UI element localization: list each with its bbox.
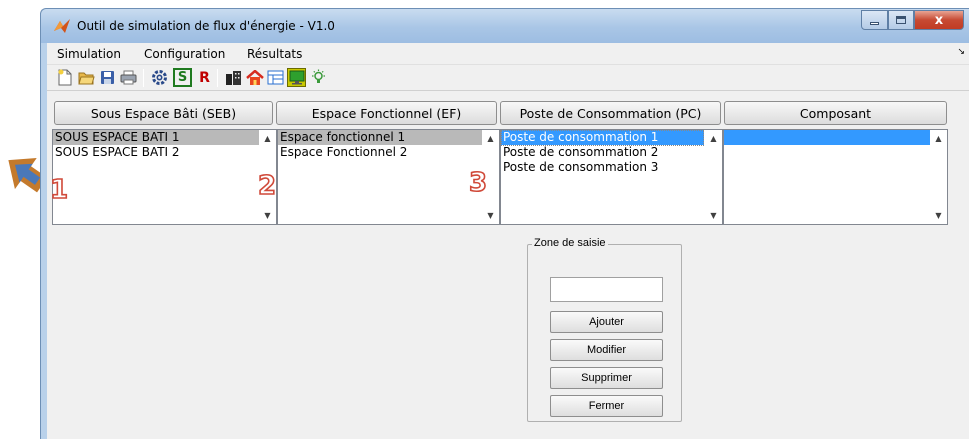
menu-overflow-icon[interactable]: ↘ — [957, 47, 965, 57]
toolbar-separator — [217, 69, 218, 87]
pc-header-button[interactable]: Poste de Consommation (PC) — [500, 101, 721, 125]
bulb-icon[interactable] — [309, 68, 328, 87]
menu-simulation[interactable]: Simulation — [57, 47, 121, 61]
window-title: Outil de simulation de flux d'énergie - … — [77, 19, 335, 33]
open-folder-icon[interactable] — [77, 68, 96, 87]
simulate-icon[interactable]: S — [173, 68, 192, 87]
annotation-number-3: 3 — [468, 167, 488, 199]
print-icon[interactable] — [119, 68, 138, 87]
seb-header-button[interactable]: Sous Espace Bâti (SEB) — [54, 101, 273, 125]
new-file-icon[interactable] — [55, 68, 74, 87]
list-item[interactable]: Espace Fonctionnel 2 — [278, 145, 482, 160]
main-panel: Sous Espace Bâti (SEB) Espace Fonctionne… — [47, 92, 969, 439]
pc-scrollbar[interactable]: ▲ ▼ — [705, 130, 722, 224]
minimize-button[interactable] — [861, 10, 888, 30]
seb-listbox[interactable]: SOUS ESPACE BATI 1 SOUS ESPACE BATI 2 ▲ … — [52, 129, 277, 225]
maximize-button[interactable] — [888, 10, 914, 30]
save-icon[interactable] — [98, 68, 117, 87]
ef-listbox[interactable]: Espace fonctionnel 1 Espace Fonctionnel … — [277, 129, 500, 225]
maximize-icon — [896, 16, 906, 24]
menu-bar: Simulation Configuration Résultats ↘ — [47, 43, 969, 65]
client-area: Simulation Configuration Résultats ↘ S R… — [47, 43, 969, 439]
list-item[interactable]: Poste de consommation 3 — [501, 160, 705, 175]
app-window: Outil de simulation de flux d'énergie - … — [40, 8, 969, 439]
ajouter-button[interactable]: Ajouter — [550, 311, 663, 333]
pc-listbox[interactable]: Poste de consommation 1 Poste de consomm… — [500, 129, 723, 225]
composant-listbox[interactable]: ▲ ▼ — [723, 129, 948, 225]
modifier-button[interactable]: Modifier — [550, 339, 663, 361]
scroll-down-icon[interactable]: ▼ — [482, 207, 499, 224]
results-icon[interactable]: R — [195, 68, 214, 87]
supprimer-button[interactable]: Supprimer — [550, 367, 663, 389]
gear-icon[interactable] — [150, 68, 169, 87]
title-bar[interactable]: Outil de simulation de flux d'énergie - … — [41, 9, 969, 43]
building-icon[interactable] — [224, 68, 243, 87]
focus-rect — [501, 130, 704, 146]
input-zone-groupbox: Zone de saisie Ajouter Modifier Supprime… — [527, 237, 682, 422]
ef-header-button[interactable]: Espace Fonctionnel (EF) — [276, 101, 497, 125]
scroll-up-icon[interactable]: ▲ — [482, 130, 499, 147]
composant-scrollbar[interactable]: ▲ ▼ — [930, 130, 947, 224]
scroll-down-icon[interactable]: ▼ — [259, 207, 276, 224]
list-item[interactable]: Poste de consommation 2 — [501, 145, 705, 160]
toolbar: S R — [47, 65, 969, 91]
close-icon: x — [934, 12, 944, 28]
screen: Outil de simulation de flux d'énergie - … — [0, 0, 969, 439]
list-item[interactable]: SOUS ESPACE BATI 2 — [53, 145, 259, 160]
toolbar-separator — [143, 69, 144, 87]
list-item[interactable] — [724, 130, 931, 145]
input-zone-title: Zone de saisie — [532, 237, 608, 249]
minimize-icon — [870, 21, 879, 25]
matlab-app-icon — [54, 19, 70, 33]
scroll-down-icon[interactable]: ▼ — [930, 207, 947, 224]
menu-resultats[interactable]: Résultats — [247, 47, 302, 61]
scroll-up-icon[interactable]: ▲ — [930, 130, 947, 147]
fermer-button[interactable]: Fermer — [550, 395, 663, 417]
scroll-down-icon[interactable]: ▼ — [705, 207, 722, 224]
list-item[interactable]: SOUS ESPACE BATI 1 — [53, 130, 259, 145]
annotation-number-2: 2 — [257, 170, 277, 202]
scroll-up-icon[interactable]: ▲ — [259, 130, 276, 147]
monitor-icon[interactable] — [287, 68, 306, 87]
annotation-number-1: 1 — [49, 174, 69, 206]
scroll-up-icon[interactable]: ▲ — [705, 130, 722, 147]
close-button[interactable]: x — [914, 10, 964, 30]
composant-header-button[interactable]: Composant — [724, 101, 947, 125]
menu-configuration[interactable]: Configuration — [144, 47, 225, 61]
input-zone-field[interactable] — [550, 277, 663, 302]
layout-icon[interactable] — [266, 68, 285, 87]
list-item[interactable]: Espace fonctionnel 1 — [278, 130, 482, 145]
home-icon[interactable] — [245, 68, 264, 87]
